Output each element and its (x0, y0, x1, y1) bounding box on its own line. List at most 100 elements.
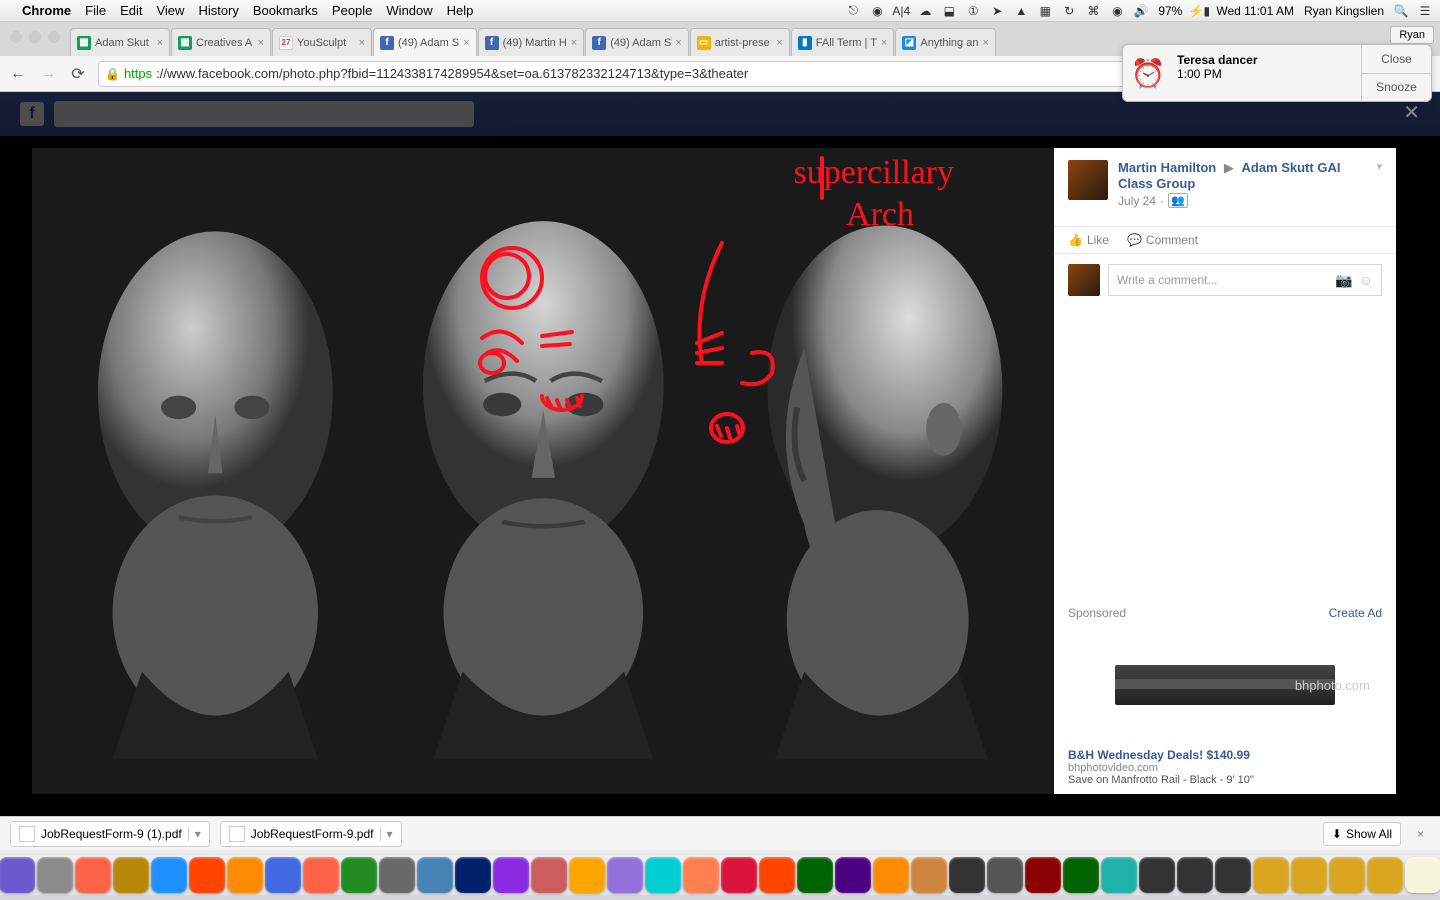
dock-app-icon[interactable] (37, 857, 73, 893)
dock-app-icon[interactable] (303, 857, 339, 893)
dock-app-icon[interactable] (987, 857, 1023, 893)
dock-app-icon[interactable] (227, 857, 263, 893)
create-ad-link[interactable]: Create Ad (1329, 606, 1382, 620)
menulet-icon[interactable]: ① (966, 4, 980, 18)
close-icon[interactable]: × (258, 37, 264, 49)
window-traffic-lights[interactable] (10, 31, 60, 43)
close-icon[interactable]: × (982, 37, 988, 49)
dock-app-icon[interactable] (493, 857, 529, 893)
menu-help[interactable]: Help (447, 3, 474, 18)
browser-tab[interactable]: ▭artist-prese× (690, 28, 790, 56)
dock-app-icon[interactable] (113, 857, 149, 893)
spotlight-icon[interactable]: 🔍 (1394, 4, 1408, 18)
menu-bookmarks[interactable]: Bookmarks (253, 3, 318, 18)
dock-app-icon[interactable] (0, 857, 35, 893)
menu-people[interactable]: People (332, 3, 372, 18)
browser-tab[interactable]: ◪Anything an× (895, 28, 996, 56)
menu-window[interactable]: Window (386, 3, 432, 18)
menulet-icon[interactable]: ➤ (990, 4, 1004, 18)
facebook-logo-icon[interactable]: f (20, 102, 44, 126)
author-link[interactable]: Martin Hamilton (1118, 160, 1216, 175)
dock-app-icon[interactable] (1253, 857, 1289, 893)
author-avatar[interactable] (1068, 160, 1108, 200)
browser-tab[interactable]: f(49) Martin H× (478, 28, 585, 56)
user-avatar[interactable] (1068, 264, 1100, 296)
dock-app-icon[interactable] (151, 857, 187, 893)
browser-tab[interactable]: f(49) Adam S× (373, 28, 477, 56)
dock-app-icon[interactable] (759, 857, 795, 893)
timemachine-icon[interactable]: ↻ (1062, 4, 1076, 18)
dock-app-icon[interactable] (1291, 857, 1327, 893)
menulet-icon[interactable]: ⎋ (846, 4, 860, 18)
dock-app-icon[interactable] (569, 857, 605, 893)
dock-app-icon[interactable] (75, 857, 111, 893)
dock-app-icon[interactable] (1063, 857, 1099, 893)
menu-edit[interactable]: Edit (120, 3, 142, 18)
menubar-user[interactable]: Ryan Kingslien (1304, 4, 1384, 18)
post-menu-icon[interactable]: ▾ (1376, 160, 1382, 208)
dock-app-icon[interactable] (949, 857, 985, 893)
menu-view[interactable]: View (156, 3, 184, 18)
dock-app-icon[interactable] (607, 857, 643, 893)
facebook-search[interactable] (54, 101, 474, 127)
dropbox-icon[interactable]: ⬓ (942, 4, 956, 18)
dock-app-icon[interactable] (1177, 857, 1213, 893)
photo-viewer[interactable]: supercillary Arch (32, 148, 1054, 794)
dock-app-icon[interactable] (1139, 857, 1175, 893)
dock-app-icon[interactable] (1215, 857, 1251, 893)
download-item[interactable]: JobRequestForm-9 (1).pdf▾ (10, 821, 210, 847)
dock-app-icon[interactable] (645, 857, 681, 893)
close-icon[interactable]: × (463, 37, 469, 49)
dock-app-icon[interactable] (797, 857, 833, 893)
bluetooth-icon[interactable]: ⌘ (1086, 4, 1100, 18)
dock-app-icon[interactable] (189, 857, 225, 893)
chevron-down-icon[interactable]: ▾ (188, 827, 201, 841)
download-item[interactable]: JobRequestForm-9.pdf▾ (220, 821, 402, 847)
comment-input[interactable]: Write a comment... 📷☺ (1108, 264, 1382, 296)
browser-tab[interactable]: 27YouSculpt× (272, 28, 372, 56)
close-icon[interactable]: × (359, 37, 365, 49)
privacy-icon[interactable]: 👥 (1168, 193, 1188, 208)
chevron-down-icon[interactable]: ▾ (380, 827, 393, 841)
dock-app-icon[interactable] (721, 857, 757, 893)
browser-tab[interactable]: ▮FAll Term | T× (791, 28, 895, 56)
dock-app-icon[interactable] (265, 857, 301, 893)
app-menu[interactable]: Chrome (22, 3, 71, 18)
dock-app-icon[interactable] (683, 857, 719, 893)
menu-history[interactable]: History (198, 3, 238, 18)
profile-button[interactable]: Ryan (1390, 26, 1434, 44)
close-theater-icon[interactable]: ✕ (1403, 100, 1420, 125)
dock-app-icon[interactable] (873, 857, 909, 893)
dock-app-icon[interactable] (531, 857, 567, 893)
reload-button[interactable]: ⟳ (68, 64, 88, 84)
dock-app-icon[interactable] (1329, 857, 1365, 893)
wifi-icon[interactable]: ◉ (1110, 4, 1124, 18)
adobe-icon[interactable]: A|4 (894, 4, 908, 18)
battery-percent[interactable]: 97% (1158, 4, 1182, 18)
dock-app-icon[interactable] (835, 857, 871, 893)
close-icon[interactable]: × (776, 37, 782, 49)
browser-tab[interactable]: ▦Creatives A× (171, 28, 271, 56)
dock-app-icon[interactable] (1101, 857, 1137, 893)
dock-app-icon[interactable] (1405, 857, 1440, 893)
close-shelf-icon[interactable]: × (1411, 827, 1430, 841)
menu-file[interactable]: File (85, 3, 106, 18)
menubar-clock[interactable]: Wed 11:01 AM (1216, 4, 1294, 18)
close-icon[interactable]: × (675, 37, 681, 49)
camera-icon[interactable]: 📷 (1335, 272, 1352, 289)
browser-tab[interactable]: ▦Adam Skut× (70, 28, 170, 56)
dock-app-icon[interactable] (911, 857, 947, 893)
dock-app-icon[interactable] (417, 857, 453, 893)
dock-app-icon[interactable] (341, 857, 377, 893)
emoji-icon[interactable]: ☺ (1359, 272, 1373, 289)
cloud-icon[interactable]: ☁ (918, 4, 932, 18)
post-date[interactable]: July 24 (1118, 194, 1156, 208)
dock-app-icon[interactable] (455, 857, 491, 893)
close-icon[interactable]: × (881, 37, 887, 49)
back-button[interactable]: ← (8, 64, 28, 84)
volume-icon[interactable]: 🔊 (1134, 4, 1148, 18)
forward-button[interactable]: → (38, 64, 58, 84)
notification-snooze-button[interactable]: Snooze (1362, 74, 1431, 102)
close-icon[interactable]: × (571, 37, 577, 49)
drive-icon[interactable]: ▲ (1014, 4, 1028, 18)
